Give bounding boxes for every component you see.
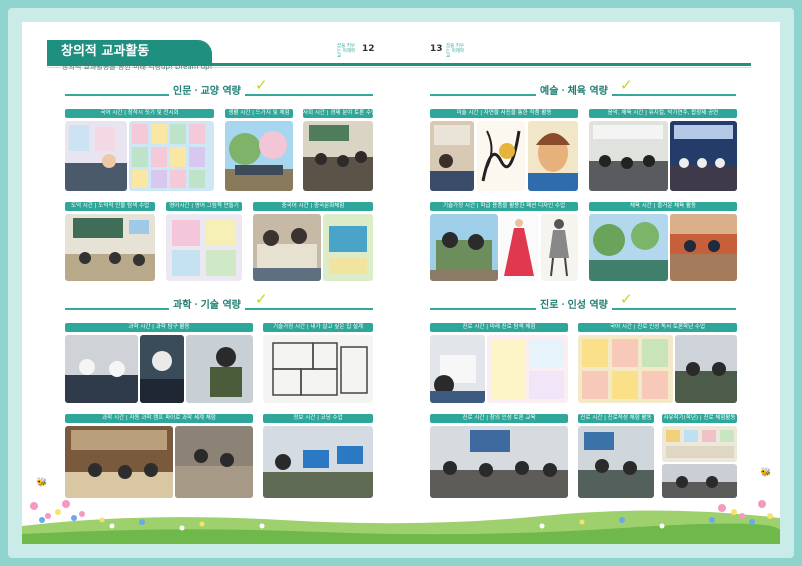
photo-reading-class xyxy=(675,335,737,403)
photo-chinese-culture xyxy=(253,214,321,281)
bee-icon: 🐝 xyxy=(760,468,772,478)
caption-career3: 진로 시간 | 진로적성 체험 활동 xyxy=(578,414,654,423)
photo-pe-gym xyxy=(670,214,737,281)
photo-korean-poems xyxy=(129,121,214,191)
photo-career-study xyxy=(430,335,485,403)
photo-house-plan xyxy=(263,335,373,403)
photo-fashion-dress xyxy=(500,214,538,281)
photo-reading-posters xyxy=(578,335,673,403)
checkmark-icon: ✓ xyxy=(620,290,633,308)
section-science: 과학ㆍ기술 역량 ✓ xyxy=(65,290,373,312)
page-number-left: 12 xyxy=(362,44,375,54)
page-title: 창의적 교과활동 xyxy=(47,40,212,64)
caption-tech: 기술가정 시간 | 내가 살고 싶은 집 설계 xyxy=(263,323,373,332)
photo-science-experiment xyxy=(140,335,184,403)
photo-art-portrait xyxy=(528,121,578,191)
caption-society: 사회 시간 | 경제 분야 토론 수업 xyxy=(303,109,373,118)
caption-pe: 체육 시간 | 즐거운 체육 활동 xyxy=(589,202,737,211)
caption-science: 과학 시간 | 과학 탐구 활동 xyxy=(65,323,253,332)
section-title: 진로ㆍ인성 역량 xyxy=(536,296,612,311)
checkmark-icon: ✓ xyxy=(255,290,268,308)
photo-art-drawing xyxy=(477,121,525,191)
caption-info: 정보 시간 | 코딩 수업 xyxy=(263,414,373,423)
section-career: 진로ㆍ인성 역량 ✓ xyxy=(430,290,736,312)
photo-korean-1 xyxy=(65,121,127,191)
page-subtitle: 창의적 교과활동을 통한 미래 역량up! Dream up! xyxy=(62,63,213,71)
photo-art-class xyxy=(430,121,474,191)
section-title: 과학ㆍ기술 역량 xyxy=(169,296,245,311)
section-title: 인문ㆍ교양 역량 xyxy=(169,82,245,97)
caption-korean2: 국어 시간 | 진로 인성 독서 토론학년 수업 xyxy=(578,323,737,332)
page-number-right: 13 xyxy=(430,44,443,54)
photo-free-board xyxy=(662,426,737,462)
photo-pe-field xyxy=(589,214,668,281)
caption-korean: 국어 시간 | 창작시 짓기 및 전시회 xyxy=(65,109,214,118)
photo-science-lab xyxy=(65,335,138,403)
photo-life-outdoor xyxy=(225,121,293,191)
caption-career2: 진로 시간 | 창의 인성 토론 교육 xyxy=(430,414,568,423)
photo-fashion-class xyxy=(430,214,498,281)
caption-ethics: 도덕 시간 | 도덕적 인물 탐색 수업 xyxy=(65,202,155,211)
photo-career-worksheet xyxy=(487,335,568,403)
section-title: 예술ㆍ체육 역량 xyxy=(536,82,612,97)
caption-english: 영어시간 | 영어 그림책 만들기 xyxy=(166,202,242,211)
photo-science-student xyxy=(186,335,253,403)
meadow-decoration xyxy=(22,486,780,544)
photo-music-class xyxy=(589,121,668,191)
caption-life: 생활 시간 | 드가지 및 체험 xyxy=(225,109,293,118)
photo-music-concert xyxy=(670,121,737,191)
photo-chinese-card xyxy=(323,214,373,281)
section-arts: 예술ㆍ체육 역량 ✓ xyxy=(430,76,736,98)
caption-tech-home: 기술가정 시간 | 학급 용품을 활용한 패션 디자인 수업 xyxy=(430,202,578,211)
caption-chinese: 중국어 시간 | 중국문화체험 xyxy=(253,202,373,211)
caption-career: 진로 시간 | 미래 진로 탐색 체험 xyxy=(430,323,568,332)
section-humanities: 인문ㆍ교양 역량 ✓ xyxy=(65,76,373,98)
checkmark-icon: ✓ xyxy=(620,76,633,94)
caption-music-pe: 음악, 체육 시간 | 뮤지컬, 악기연주, 합창제 공연 xyxy=(589,109,737,118)
caption-physics: 과학 시간 | 자동 과학 캠프 파이로 과학 세계 체험 xyxy=(65,414,253,423)
school-mark-left: 꿈을 키우는 미래학교 xyxy=(337,44,355,59)
caption-art: 미술 시간 | 자연물 사진을 통한 작품 활동 xyxy=(430,109,578,118)
bee-icon: 🐝 xyxy=(36,478,48,488)
caption-free: 자유학기(학년) | 진로 체험활동 xyxy=(662,414,737,423)
checkmark-icon: ✓ xyxy=(255,76,268,94)
photo-ethics-class xyxy=(65,214,155,281)
photo-fashion-sketch xyxy=(541,214,578,281)
photo-english-books xyxy=(166,214,242,281)
school-mark-right: 꿈을 키우는 미래학교 xyxy=(446,44,464,59)
photo-society-class xyxy=(303,121,373,191)
